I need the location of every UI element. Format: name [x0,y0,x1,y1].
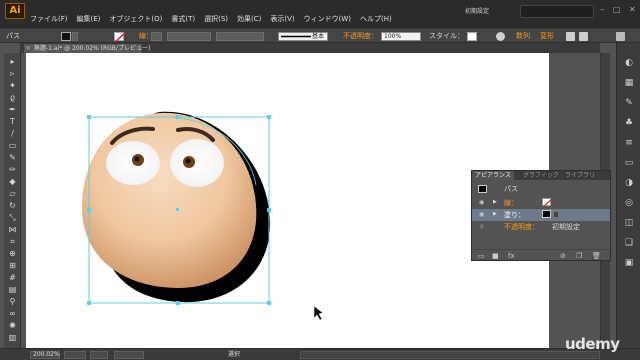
transparency-panel-icon[interactable]: ◑ [623,177,635,189]
rectangle-tool-icon[interactable]: ▭ [7,141,18,150]
paintbrush-tool-icon[interactable]: ✎ [7,153,18,162]
layers-panel-icon[interactable]: ❏ [623,237,635,249]
appearance-panel: アピアランス グラフィック ライブラリ パス ◉ ▶ 線： ◉ ▶ 塗り： ◉ … [471,170,611,261]
gradient-panel-icon[interactable]: ▭ [623,157,635,169]
tab-appearance[interactable]: アピアランス [472,171,514,180]
appearance-row-fill[interactable]: ◉ ▶ 塗り： [472,209,610,221]
appearance-panel-icon[interactable]: ◎ [623,197,635,209]
symbol-sprayer-tool-icon[interactable]: ✺ [7,321,18,330]
color-panel-icon[interactable]: ◐ [623,57,635,69]
artboards-panel-icon[interactable]: ▣ [623,257,635,269]
magic-wand-tool-icon[interactable]: ✦ [7,81,18,90]
perspective-grid-tool-icon[interactable]: ⊞ [7,261,18,270]
shape-builder-tool-icon[interactable]: ⊕ [7,249,18,258]
artboard-nav-next[interactable] [114,351,144,359]
header-label: パス [504,185,518,193]
tools-panel: ▸ ▹ ✦ ϱ ✒ T / ▭ ✎ ✏ ◆ ▱ ↻ ⤡ ⋈ ⌗ ⊕ ⊞ # ▤ … [4,53,21,348]
opacity-row-label[interactable]: 不透明度： [504,222,539,232]
stroke-panel-icon[interactable]: ≡ [623,137,635,149]
blend-tool-icon[interactable]: ∞ [7,309,18,318]
tab-graphic-styles[interactable]: グラフィック [520,171,562,180]
width-tool-icon[interactable]: ⋈ [7,225,18,234]
current-tool-label: 選択 [228,351,241,358]
panel-dock: ◐ ▦ ✎ ♣ ≡ ▭ ◑ ◎ ◫ ❏ ▣ [616,43,640,348]
stroke-row-swatch[interactable] [542,198,552,207]
appearance-row-opacity[interactable]: ◉ 不透明度： 初期設定 [472,221,610,233]
tab-libraries[interactable]: ライブラリ [562,171,598,180]
fill-row-swatch[interactable] [542,210,551,218]
lasso-tool-icon[interactable]: ϱ [7,93,18,102]
panel-footer: ▭ ■ fx ⊘ ❐ 🗑 [472,249,610,261]
add-effect-icon[interactable]: fx [508,252,515,260]
add-fill-icon[interactable]: ■ [492,252,499,260]
appearance-row-stroke[interactable]: ◉ ▶ 線： [472,197,610,209]
path-thumbnail [478,185,487,193]
graph-tool-icon[interactable]: ▥ [7,333,18,342]
visibility-eye-icon[interactable]: ◉ [479,211,486,218]
stroke-row-label[interactable]: 線： [504,198,518,208]
pencil-tool-icon[interactable]: ✏ [7,165,18,174]
expand-triangle-icon[interactable]: ▶ [493,199,497,206]
zoom-dropdown[interactable]: 200.02% [30,351,60,359]
selection-tool-icon[interactable]: ▸ [7,57,18,66]
graphic-styles-panel-icon[interactable]: ◫ [623,217,635,229]
udemy-watermark: udemy [565,335,620,353]
visibility-eye-icon[interactable]: ◉ [479,199,486,206]
direct-selection-tool-icon[interactable]: ▹ [7,69,18,78]
visibility-eye-icon[interactable]: ◉ [479,223,486,230]
mesh-tool-icon[interactable]: # [7,273,18,282]
appearance-header: パス [472,182,610,195]
eyedropper-tool-icon[interactable]: ⚲ [7,297,18,306]
expand-triangle-icon[interactable]: ▶ [493,211,497,218]
right-eye[interactable] [170,139,224,187]
add-stroke-icon[interactable]: ▭ [478,252,485,260]
panel-tabs: アピアランス グラフィック ライブラリ [472,171,610,180]
scale-tool-icon[interactable]: ⤡ [7,213,18,222]
artboard-nav[interactable] [64,351,86,359]
line-tool-icon[interactable]: / [7,129,18,138]
gradient-tool-icon[interactable]: ▤ [7,285,18,294]
swatches-panel-icon[interactable]: ▦ [623,77,635,89]
symbols-panel-icon[interactable]: ♣ [623,117,635,129]
mouse-cursor [313,305,324,321]
duplicate-item-icon[interactable]: ❐ [576,252,582,260]
status-bar: 200.02% 選択 [0,348,640,360]
rotate-tool-icon[interactable]: ↻ [7,201,18,210]
left-eye[interactable] [106,141,160,185]
artboard-number[interactable] [90,351,108,359]
fill-row-label[interactable]: 塗り： [504,210,525,220]
horizontal-scrollbar[interactable] [300,351,600,359]
clear-appearance-icon[interactable]: ⊘ [560,252,566,260]
eraser-tool-icon[interactable]: ▱ [7,189,18,198]
free-transform-tool-icon[interactable]: ⌗ [7,237,18,246]
pen-tool-icon[interactable]: ✒ [7,105,18,114]
fill-row-dropdown[interactable] [553,211,559,218]
type-tool-icon[interactable]: T [7,117,18,126]
blob-brush-tool-icon[interactable]: ◆ [7,177,18,186]
opacity-row-value: 初期設定 [552,223,580,231]
delete-item-icon[interactable]: 🗑 [592,252,601,260]
brushes-panel-icon[interactable]: ✎ [623,97,635,109]
